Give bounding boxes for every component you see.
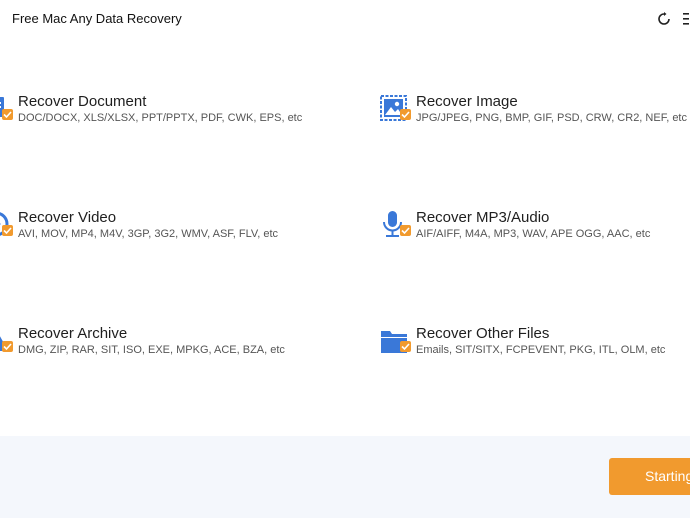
category-recover-video[interactable]: Recover Video AVI, MOV, MP4, M4V, 3GP, 3…: [0, 209, 302, 253]
category-title: Recover Video: [18, 209, 117, 226]
category-recover-other[interactable]: Recover Other Files Emails, SIT/SITX, FC…: [380, 325, 690, 369]
category-extensions: DOC/DOCX, XLS/XLSX, PPT/PPTX, PDF, CWK, …: [18, 112, 303, 124]
category-extensions: AVI, MOV, MP4, M4V, 3GP, 3G2, WMV, ASF, …: [18, 228, 279, 240]
app-title: Free Mac Any Data Recovery: [12, 11, 182, 26]
category-recover-image[interactable]: Recover Image JPG/JPEG, PNG, BMP, GIF, P…: [380, 93, 690, 137]
checkbox-recover-archive[interactable]: [2, 341, 13, 352]
start-button[interactable]: Starting: [609, 458, 690, 495]
category-recover-document[interactable]: Recover Document DOC/DOCX, XLS/XLSX, PPT…: [0, 93, 302, 137]
category-title: Recover Document: [18, 93, 147, 110]
category-title: Recover Other Files: [416, 325, 550, 342]
menu-icon[interactable]: [682, 11, 690, 27]
checkbox-recover-video[interactable]: [2, 225, 13, 236]
category-recover-audio[interactable]: Recover MP3/Audio AIF/AIFF, M4A, MP3, WA…: [380, 209, 690, 253]
category-extensions: Emails, SIT/SITX, FCPEVENT, PKG, ITL, OL…: [416, 344, 666, 356]
category-title: Recover Archive: [18, 325, 128, 342]
checkbox-recover-document[interactable]: [2, 109, 13, 120]
category-extensions: AIF/AIFF, M4A, MP3, WAV, APE OGG, AAC, e…: [416, 228, 651, 240]
category-extensions: DMG, ZIP, RAR, SIT, ISO, EXE, MPKG, ACE,…: [18, 344, 285, 356]
checkbox-recover-image[interactable]: [400, 109, 411, 120]
category-title: Recover MP3/Audio: [416, 209, 550, 226]
refresh-icon[interactable]: [656, 11, 672, 27]
category-recover-archive[interactable]: Recover Archive DMG, ZIP, RAR, SIT, ISO,…: [0, 325, 302, 369]
footer-bar: [0, 436, 690, 518]
category-title: Recover Image: [416, 93, 518, 110]
checkbox-recover-audio[interactable]: [400, 225, 411, 236]
title-bar: Free Mac Any Data Recovery: [0, 0, 690, 40]
checkbox-recover-other[interactable]: [400, 341, 411, 352]
category-extensions: JPG/JPEG, PNG, BMP, GIF, PSD, CRW, CR2, …: [416, 112, 687, 124]
